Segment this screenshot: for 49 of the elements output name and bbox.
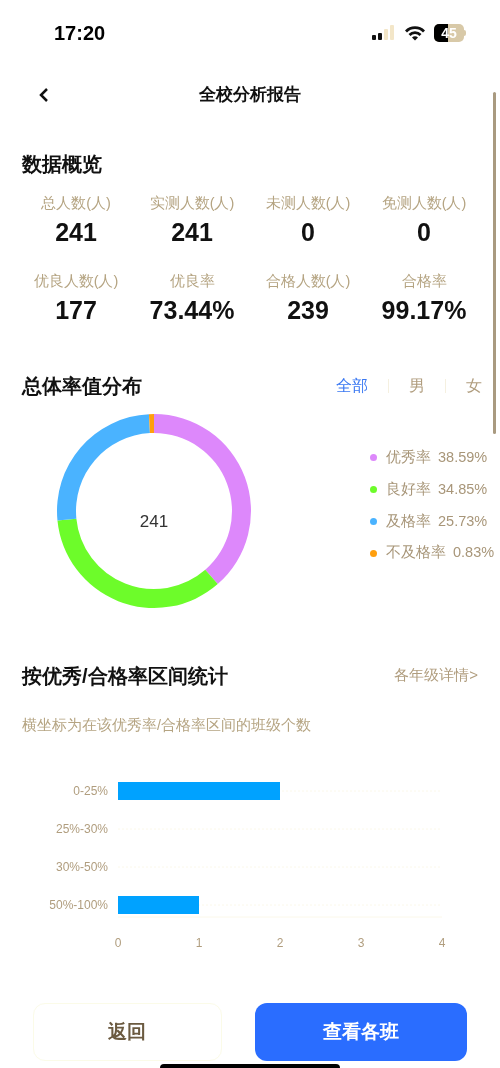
- action-button[interactable]: 查看各班: [254, 1003, 467, 1061]
- tick-label: 1: [195, 936, 203, 951]
- stat-label: 实测人数(人): [149, 194, 235, 213]
- stat-label: 总人数(人): [41, 194, 111, 213]
- grade-details-link[interactable]: 各年级详情>: [394, 664, 478, 687]
- legend-label: 优秀率: [386, 448, 431, 467]
- tick-label: 4: [438, 936, 446, 951]
- tick-label: 3: [357, 936, 365, 951]
- action-button[interactable]: 返回: [33, 1003, 222, 1061]
- stat-value: 239: [287, 294, 329, 326]
- legend-label: 不及格率: [386, 543, 446, 563]
- stat-value: 241: [55, 216, 97, 248]
- signal-icon: [372, 25, 396, 41]
- legend-value: 25.73%: [438, 511, 488, 531]
- tick-label: 2: [276, 936, 284, 951]
- section-title: 按优秀/合格率区间统计: [22, 663, 228, 689]
- page-title: 全校分析报告: [199, 84, 301, 107]
- chart-note: 横坐标为在该优秀率/合格率区间的班级个数: [22, 715, 313, 735]
- wifi-icon: [404, 25, 426, 41]
- legend-label: 及格率: [386, 511, 431, 531]
- filter-tab[interactable]: 女: [466, 373, 482, 398]
- stat-value: 0: [417, 216, 431, 248]
- stat-label: 免测人数(人): [381, 194, 467, 213]
- legend-label: 良好率: [386, 479, 431, 499]
- status-time: 17:20: [54, 21, 106, 46]
- category-label: 30%-50%: [55, 860, 108, 875]
- stat-label: 优良人数(人): [33, 271, 119, 291]
- category-label: 50%-100%: [49, 898, 108, 913]
- stat-label: 合格率: [401, 271, 447, 291]
- stat-value: 99.17%: [381, 294, 467, 326]
- stat-value: 241: [171, 216, 213, 248]
- stat-label: 优良率: [169, 271, 215, 291]
- stat-label: 合格人数(人): [265, 271, 351, 291]
- filter-tab[interactable]: 男: [409, 373, 425, 398]
- section-title: 数据概览: [22, 152, 103, 177]
- section-title: 总体率值分布: [22, 373, 142, 399]
- filter-tab[interactable]: 全部: [336, 373, 368, 398]
- tick-label: 0: [114, 936, 122, 951]
- stat-value: 73.44%: [149, 294, 235, 326]
- back-icon: [38, 87, 50, 103]
- category-label: 25%-30%: [55, 822, 108, 837]
- center-value: 241: [139, 510, 169, 533]
- legend-value: 34.85%: [438, 479, 488, 499]
- category-label: 0-25%: [73, 784, 108, 799]
- stat-label: 未测人数(人): [265, 194, 351, 213]
- legend-value: 38.59%: [438, 448, 488, 467]
- legend-value: 0.83%: [453, 543, 495, 563]
- stat-value: 177: [55, 294, 97, 326]
- stat-value: 0: [301, 216, 315, 248]
